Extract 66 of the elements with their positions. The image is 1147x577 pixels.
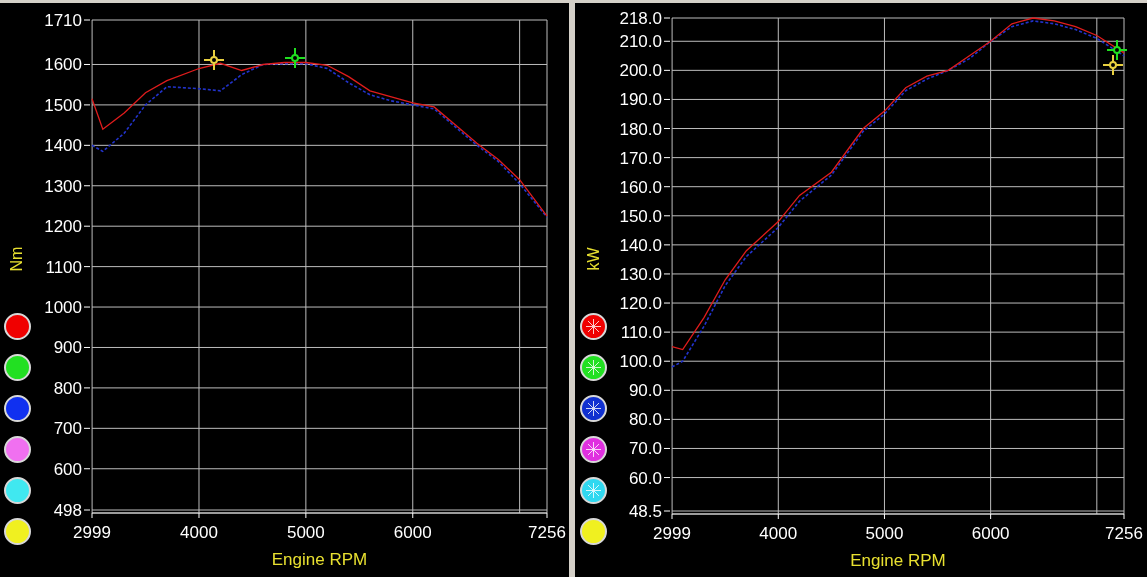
axis-tick-label: 90.0 (628, 381, 662, 401)
axis-tick-label: 210.0 (619, 32, 662, 52)
axis-tick-label: 200.0 (619, 61, 662, 81)
axis-tick-label: 110.0 (620, 323, 662, 343)
axis-tick-label: 1710 (44, 11, 82, 30)
axis-tick-label: 150.0 (619, 206, 662, 226)
asterisk-icon (584, 481, 603, 500)
series-color-button[interactable] (580, 436, 607, 463)
axis-tick-label: 498 (53, 501, 82, 520)
asterisk-icon (584, 399, 603, 418)
axis-tick-label: 7256 (1105, 524, 1143, 543)
axis-tick-label: 100.0 (619, 352, 662, 372)
axis-tick-label: 2999 (73, 523, 111, 542)
series-color-button[interactable] (580, 354, 607, 381)
axis-tick-label: 1200 (44, 217, 82, 237)
axis-tick-label: 48.5 (628, 502, 662, 521)
axis-tick-label: 180.0 (619, 119, 662, 139)
axis-tick-label: 5000 (865, 524, 904, 543)
axis-tick-label: 190.0 (619, 90, 662, 110)
crosshair-icon[interactable] (1102, 54, 1124, 76)
axis-tick-label: 1000 (44, 298, 82, 318)
series-color-button[interactable] (3, 518, 31, 545)
axis-tick-label: 130.0 (619, 264, 662, 284)
axis-tick-label: 70.0 (628, 439, 662, 459)
axis-tick-label: 120.0 (619, 294, 662, 314)
axis-tick-label: 80.0 (628, 410, 662, 430)
axis-tick-label: 160.0 (619, 177, 662, 197)
axis-tick-label: 2999 (653, 524, 691, 543)
series-color-button[interactable] (3, 313, 31, 340)
asterisk-icon (584, 358, 603, 377)
series-color-button[interactable] (3, 477, 31, 504)
axis-tick-label: 60.0 (628, 468, 662, 488)
axis-tick-label: 218.0 (619, 9, 662, 28)
series-color-button[interactable] (580, 477, 607, 504)
y-axis-title: Nm (7, 246, 26, 272)
crosshair-icon[interactable] (203, 49, 225, 71)
crosshair-icon[interactable] (284, 47, 306, 69)
series-color-button[interactable] (3, 354, 31, 381)
axis-tick-label: 6000 (393, 523, 432, 542)
series-color-button[interactable] (3, 395, 31, 422)
axis-tick-label: 140.0 (619, 235, 662, 255)
axis-tick-label: 800 (53, 378, 82, 398)
axis-tick-label: 900 (53, 338, 82, 358)
asterisk-icon (584, 440, 603, 459)
axis-tick-label: 6000 (971, 524, 1010, 543)
series-color-button[interactable] (580, 518, 607, 545)
series-color-button[interactable] (580, 313, 607, 340)
axis-tick-label: 7256 (528, 523, 566, 542)
x-axis-title: Engine RPM (271, 550, 368, 569)
axis-tick-label: 170.0 (619, 148, 662, 168)
axis-tick-label: 5000 (286, 523, 325, 542)
series-color-button[interactable] (3, 436, 31, 463)
asterisk-icon (584, 317, 603, 336)
axis-tick-label: 1100 (45, 257, 82, 277)
axis-tick-label: 4000 (759, 524, 798, 543)
axis-tick-label: 1600 (44, 55, 82, 75)
axis-tick-label: 4000 (180, 523, 218, 542)
axis-tick-label: 600 (53, 459, 82, 479)
y-axis-title: kW (583, 247, 603, 271)
axis-tick-label: 1300 (44, 176, 82, 196)
axis-tick-label: 700 (53, 419, 82, 439)
axis-tick-label: 1500 (44, 95, 82, 115)
x-axis-title: Engine RPM (850, 551, 946, 570)
series-color-button[interactable] (580, 395, 607, 422)
axis-tick-label: 1400 (44, 136, 82, 156)
crosshair-icon[interactable] (1106, 39, 1128, 61)
